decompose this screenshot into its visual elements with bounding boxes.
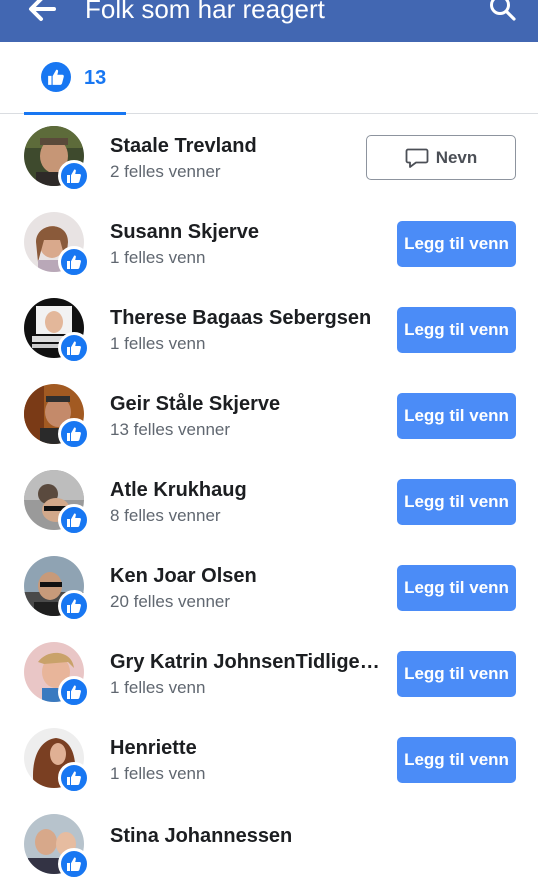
like-badge-icon bbox=[58, 762, 90, 794]
person-name[interactable]: Therese Bagaas Sebergsen bbox=[110, 306, 371, 330]
mutual-friends: 1 felles venn bbox=[110, 248, 206, 267]
person-name[interactable]: Ken Joar Olsen bbox=[110, 564, 257, 588]
list-item[interactable]: Staale Trevland 2 felles venner Nevn bbox=[0, 114, 538, 200]
person-name[interactable]: Staale Trevland bbox=[110, 134, 257, 158]
like-badge-icon bbox=[58, 590, 90, 622]
add-friend-button[interactable]: Legg til venn bbox=[397, 565, 516, 611]
mention-button-label: Nevn bbox=[435, 147, 478, 167]
list-item[interactable]: Ken Joar Olsen 20 felles venner Legg til… bbox=[0, 544, 538, 630]
like-badge-icon bbox=[58, 504, 90, 536]
mutual-friends: 1 felles venn bbox=[110, 764, 206, 783]
add-friend-button[interactable]: Legg til venn bbox=[397, 221, 516, 267]
list-item[interactable]: Henriette 1 felles venn Legg til venn bbox=[0, 716, 538, 802]
reactors-list: Staale Trevland 2 felles venner Nevn Sus… bbox=[0, 114, 538, 888]
reaction-tabs: 13 bbox=[0, 42, 538, 115]
add-friend-button[interactable]: Legg til venn bbox=[397, 651, 516, 697]
like-badge-icon bbox=[58, 676, 90, 708]
speech-bubble-icon bbox=[405, 148, 429, 168]
list-item[interactable]: Gry Katrin JohnsenTidligere Bakke 1 fell… bbox=[0, 630, 538, 716]
person-name[interactable]: Atle Krukhaug bbox=[110, 478, 247, 502]
mutual-friends: 20 felles venner bbox=[110, 592, 231, 611]
add-friend-button[interactable]: Legg til venn bbox=[397, 307, 516, 353]
mutual-friends: 13 felles venner bbox=[110, 420, 231, 439]
thumbs-up-icon bbox=[41, 62, 71, 92]
page-title: Folk som har reagert bbox=[85, 0, 325, 24]
add-friend-button[interactable]: Legg til venn bbox=[397, 479, 516, 525]
mention-button[interactable]: Nevn bbox=[366, 135, 516, 180]
mutual-friends: 1 felles venn bbox=[110, 678, 206, 697]
like-badge-icon bbox=[58, 332, 90, 364]
like-badge-icon bbox=[58, 246, 90, 278]
add-friend-button[interactable]: Legg til venn bbox=[397, 393, 516, 439]
person-name[interactable]: Henriette bbox=[110, 736, 197, 760]
list-item[interactable]: Stina Johannessen bbox=[0, 802, 538, 888]
like-badge-icon bbox=[58, 848, 90, 880]
list-item[interactable]: Therese Bagaas Sebergsen 1 felles venn L… bbox=[0, 286, 538, 372]
arrow-left-icon bbox=[29, 0, 56, 21]
person-name[interactable]: Geir Ståle Skjerve bbox=[110, 392, 280, 416]
person-name[interactable]: Gry Katrin JohnsenTidligere Bakke bbox=[110, 650, 382, 674]
person-name[interactable]: Susann Skjerve bbox=[110, 220, 259, 244]
tab-all-likes[interactable]: 13 bbox=[24, 42, 126, 115]
search-icon bbox=[490, 0, 516, 21]
list-item[interactable]: Susann Skjerve 1 felles venn Legg til ve… bbox=[0, 200, 538, 286]
like-badge-icon bbox=[58, 160, 90, 192]
back-button[interactable] bbox=[26, 0, 58, 24]
like-count: 13 bbox=[84, 67, 107, 89]
mutual-friends: 2 felles venner bbox=[110, 162, 221, 181]
list-item[interactable]: Geir Ståle Skjerve 13 felles venner Legg… bbox=[0, 372, 538, 458]
top-app-bar: Folk som har reagert bbox=[0, 0, 538, 42]
add-friend-button[interactable]: Legg til venn bbox=[397, 737, 516, 783]
list-item[interactable]: Atle Krukhaug 8 felles venner Legg til v… bbox=[0, 458, 538, 544]
person-name[interactable]: Stina Johannessen bbox=[110, 824, 292, 848]
mutual-friends: 1 felles venn bbox=[110, 334, 206, 353]
mutual-friends: 8 felles venner bbox=[110, 506, 221, 525]
search-button[interactable] bbox=[488, 0, 518, 24]
like-badge-icon bbox=[58, 418, 90, 450]
